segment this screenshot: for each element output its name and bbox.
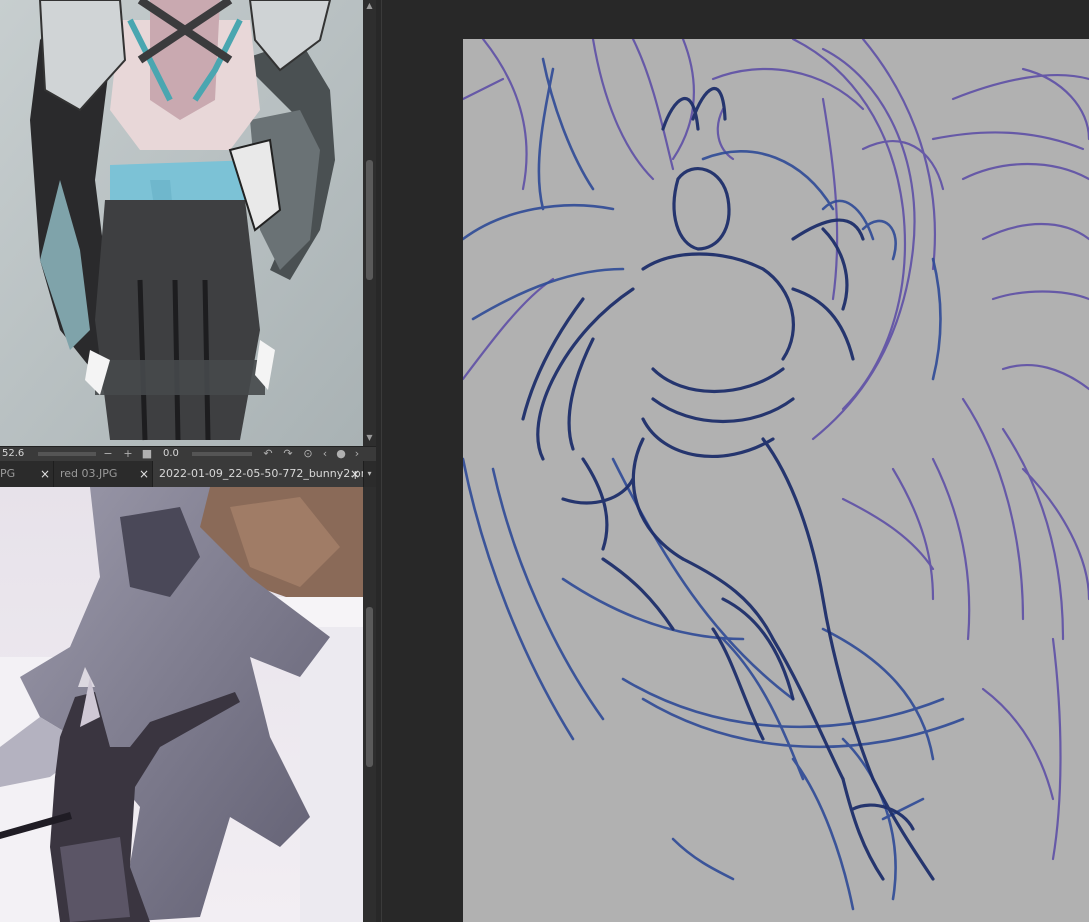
sketch-purple-layer [463, 39, 1089, 861]
armor-character-image [0, 0, 363, 446]
scroll-down-icon[interactable]: ▼ [363, 432, 376, 444]
scrollbar-thumb[interactable] [366, 160, 373, 280]
scrollbar-thumb[interactable] [366, 607, 373, 767]
top-view-scrollbar[interactable]: ▲ ▼ [363, 0, 376, 446]
scroll-up-icon[interactable]: ▲ [363, 0, 376, 12]
fit-view-icon[interactable]: ■ [140, 447, 154, 461]
rotation-value[interactable]: 0.0 [163, 447, 179, 461]
panel-divider[interactable] [381, 0, 382, 922]
zoom-in-icon[interactable]: + [121, 447, 135, 461]
close-icon[interactable]: × [40, 461, 50, 487]
zoom-out-icon[interactable]: − [101, 447, 115, 461]
chevron-right-icon[interactable]: › [350, 447, 364, 461]
sketch-artwork [463, 39, 1089, 911]
reference-toolbar: 52.6 − + ■ 0.0 ↶ ↷ ⊙ ‹ ● › [0, 446, 376, 461]
tab-label: PG [0, 467, 16, 480]
rotate-ccw-icon[interactable]: ↶ [261, 447, 275, 461]
sketch-blue-layer [463, 57, 965, 911]
reference-image-top[interactable] [0, 0, 363, 446]
reference-tab-bar: PG × red 03.JPG × 2022-01-09_22-05-50-77… [0, 461, 376, 487]
page-indicator-icon: ● [336, 447, 346, 460]
tab-label: red 03.JPG [60, 467, 118, 480]
game-screenshot-image [0, 487, 363, 922]
rotate-cw-icon[interactable]: ↷ [281, 447, 295, 461]
close-icon[interactable]: × [350, 461, 360, 487]
tab-label: 2022-01-09_22-05-50-772_bunny2.png [159, 467, 364, 480]
rotation-slider[interactable] [192, 452, 252, 456]
tab-reference-3[interactable]: 2022-01-09_22-05-50-772_bunny2.png × [153, 461, 364, 487]
tab-reference-2[interactable]: red 03.JPG × [54, 461, 153, 487]
sketch-figure-layer [521, 87, 935, 881]
canvas-area[interactable] [376, 0, 1089, 922]
zoom-value[interactable]: 52.6 [2, 447, 24, 461]
reference-docker: ▲ ▼ 52.6 − + ■ 0.0 ↶ ↷ ⊙ ‹ ● › PG × red … [0, 0, 376, 922]
tab-reference-1[interactable]: PG × [0, 461, 54, 487]
drawing-canvas[interactable] [463, 39, 1089, 922]
zoom-slider[interactable] [38, 452, 96, 456]
reference-image-bottom[interactable] [0, 487, 363, 922]
close-icon[interactable]: × [139, 461, 149, 487]
chevron-left-icon[interactable]: ‹ [318, 447, 332, 461]
bottom-view-scrollbar[interactable] [363, 487, 376, 922]
reset-rotation-icon[interactable]: ⊙ [301, 447, 315, 461]
tab-menu-chevron-down-icon[interactable]: ▾ [363, 461, 376, 487]
